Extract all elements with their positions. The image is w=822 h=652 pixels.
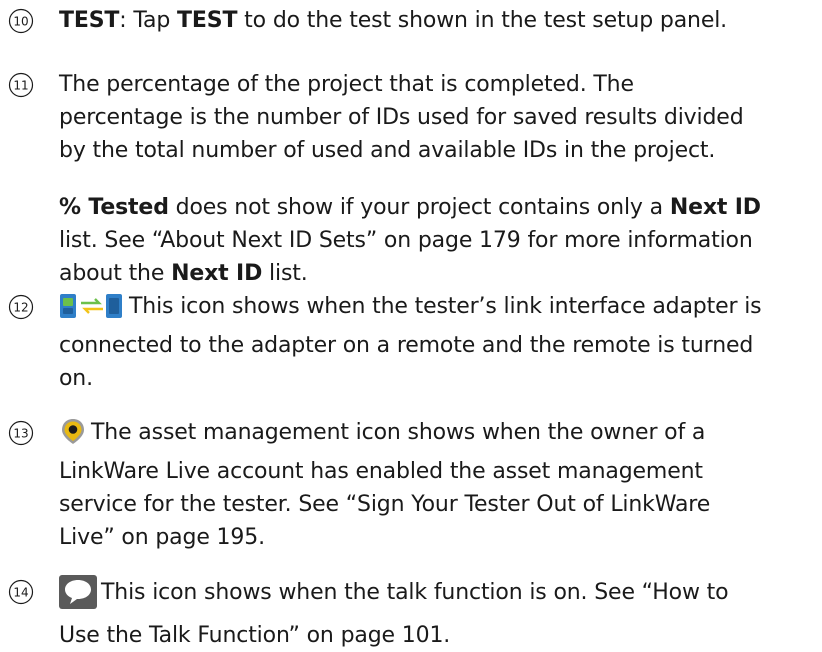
- item-text: The percentage of the project that is co…: [59, 68, 819, 167]
- item-text-part: : Tap: [119, 8, 178, 33]
- item-number-text: 14: [13, 586, 28, 600]
- term-next-id-2: Next ID: [171, 261, 263, 286]
- item-text-part: This icon shows when the tester’s link i…: [129, 294, 762, 319]
- circled-number-13: 13: [8, 420, 34, 446]
- circled-number-10: 10: [8, 8, 34, 34]
- item-number-text: 10: [13, 15, 28, 29]
- term-test-2: TEST: [177, 8, 238, 33]
- text-line: LinkWare Live account has enabled the as…: [59, 459, 703, 484]
- item-text: This icon shows when the talk function i…: [59, 575, 819, 652]
- text-line: by the total number of used and availabl…: [59, 138, 716, 163]
- item-text: TEST: Tap TEST to do the test shown in t…: [59, 4, 819, 37]
- item-text: The asset management icon shows when the…: [59, 416, 819, 554]
- text-line: This icon shows when the tester’s link i…: [59, 290, 819, 329]
- item-text-part: about the: [59, 261, 172, 286]
- text-line: connected to the adapter on a remote and…: [59, 333, 754, 358]
- item-text: This icon shows when the tester’s link i…: [59, 290, 819, 395]
- item-text-part: to do the test shown in the test setup p…: [237, 8, 728, 33]
- item-text-part: The asset management icon shows when the…: [91, 420, 706, 445]
- text-line: about the Next ID list.: [59, 257, 819, 290]
- item-number-text: 11: [13, 79, 28, 93]
- term-percent-tested: % Tested: [59, 195, 169, 220]
- term-next-id: Next ID: [669, 195, 761, 220]
- text-line: The percentage of the project that is co…: [59, 72, 634, 97]
- text-line: percentage is the number of IDs used for…: [59, 105, 744, 130]
- circled-number-14: 14: [8, 579, 34, 605]
- text-line: The asset management icon shows when the…: [59, 416, 819, 455]
- manual-page: 10 TEST: Tap TEST to do the test shown i…: [0, 0, 822, 648]
- text-line: service for the tester. See “Sign Your T…: [59, 492, 711, 517]
- asset-management-icon: [59, 417, 87, 455]
- talk-function-icon: [59, 575, 97, 619]
- circled-number-12: 12: [8, 294, 34, 320]
- item-text-part: This icon shows when the talk function i…: [101, 580, 729, 605]
- item-note: % Tested does not show if your project c…: [59, 191, 819, 290]
- item-number-text: 13: [13, 427, 28, 441]
- item-number-text: 12: [13, 301, 28, 315]
- item-text-part: list.: [262, 261, 308, 286]
- circled-number-11: 11: [8, 72, 34, 98]
- text-line: % Tested does not show if your project c…: [59, 191, 819, 224]
- text-line: on.: [59, 366, 93, 391]
- item-text-part: does not show if your project contains o…: [168, 195, 670, 220]
- text-line: This icon shows when the talk function i…: [59, 575, 819, 619]
- term-test: TEST: [59, 8, 120, 33]
- text-line: Live” on page 195.: [59, 525, 265, 550]
- text-line: list. See “About Next ID Sets” on page 1…: [59, 228, 753, 253]
- link-interface-adapter-icon: [59, 293, 125, 329]
